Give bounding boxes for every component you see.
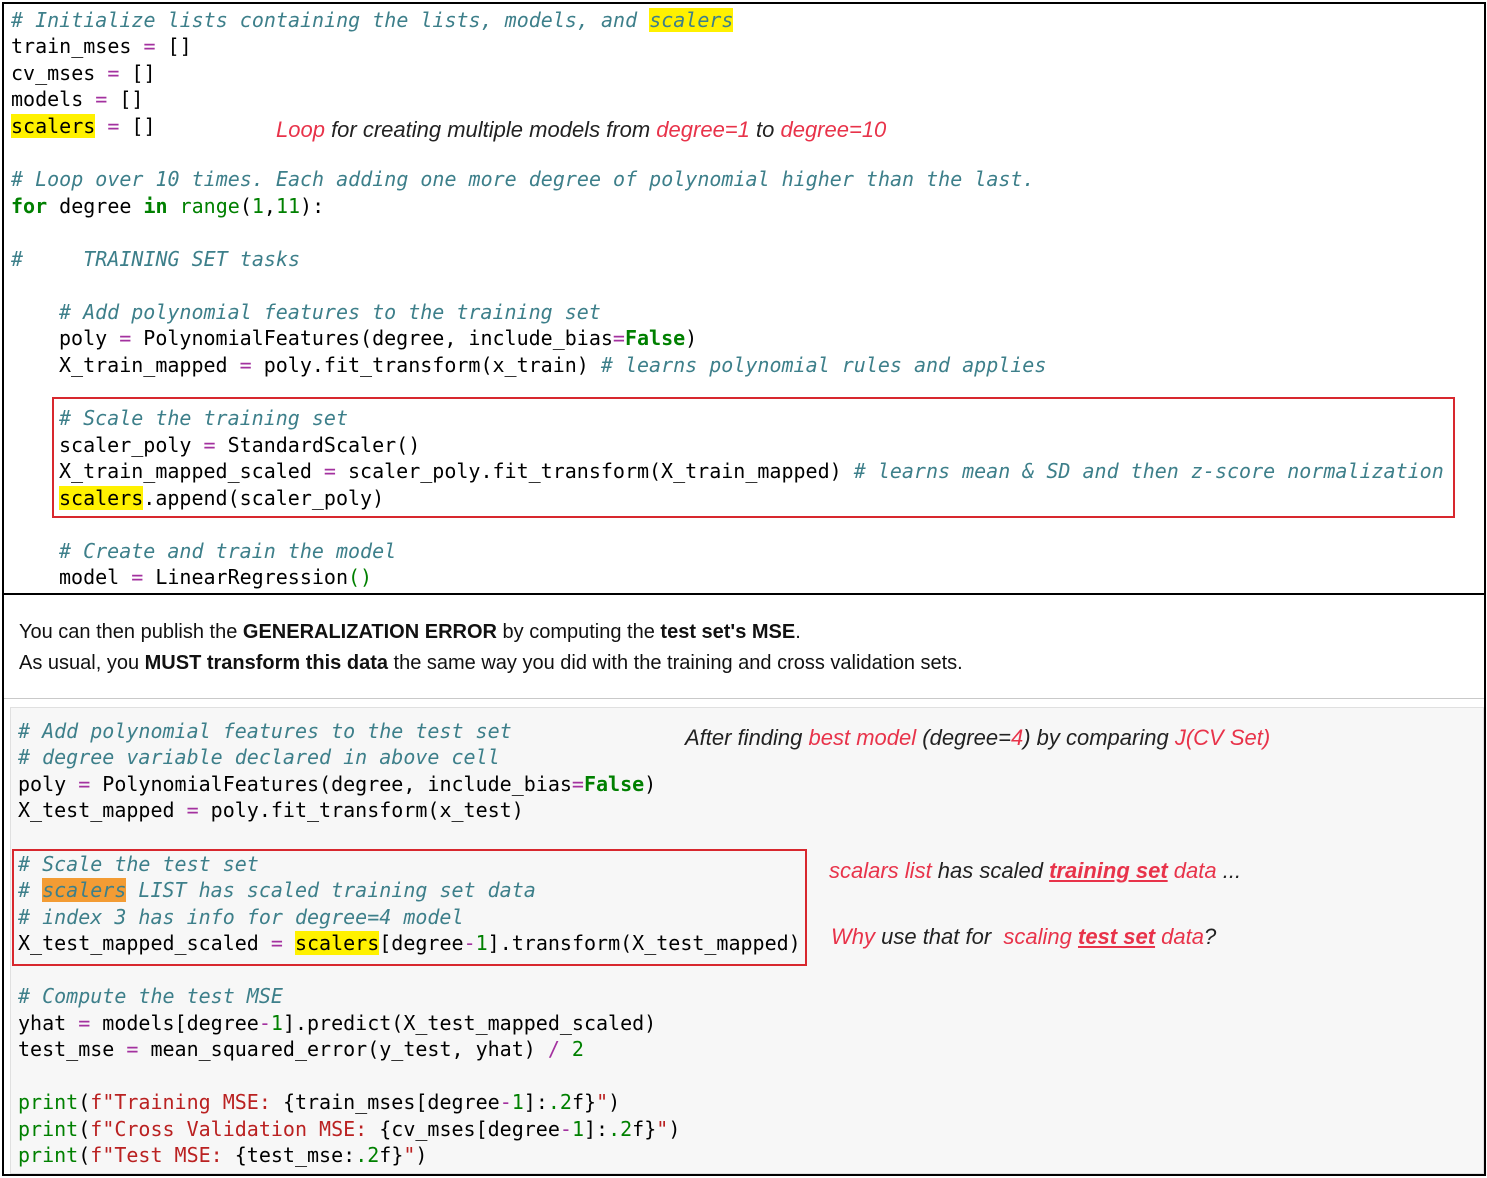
- code-line-scaler-poly: scaler_poly = StandardScaler(): [59, 433, 421, 457]
- code-line-scale-test-comment: # Scale the test set: [18, 852, 259, 876]
- scalers-highlight: scalers: [649, 8, 734, 32]
- code-line-add-poly-comment: # Add polynomial features to the trainin…: [59, 300, 601, 324]
- code-line-index-comment: # index 3 has info for degree=4 model: [18, 905, 464, 929]
- code-line-poly: poly = PolynomialFeatures(degree, includ…: [59, 326, 698, 350]
- annotation-scalars-list: scalars list has scaled training set dat…: [829, 858, 1242, 883]
- code-line-training-tasks: # TRAINING SET tasks: [11, 247, 300, 271]
- code-line-print-train: print(f"Training MSE: {train_mses[degree…: [18, 1090, 621, 1114]
- code-line-loop-comment: # Loop over 10 times. Each adding one mo…: [11, 167, 1035, 191]
- code-line-init-comment: # Initialize lists containing the lists,…: [11, 8, 734, 32]
- annotation-loop: Loop for creating multiple models from d…: [276, 117, 887, 142]
- cell-divider: [4, 698, 1484, 699]
- code-line-xtrain-mapped: X_train_mapped = poly.fit_transform(x_tr…: [59, 353, 1047, 377]
- annotation-why: Why use that for scaling test set data?: [831, 924, 1217, 949]
- code-line-xtest-mapped: X_test_mapped = poly.fit_transform(x_tes…: [18, 798, 524, 822]
- code-line-poly-test: poly = PolynomialFeatures(degree, includ…: [18, 772, 657, 796]
- code-line-models: models = []: [11, 87, 144, 111]
- code-line-xtest-scaled: X_test_mapped_scaled = scalers[degree-1]…: [18, 931, 801, 955]
- code-line-add-poly-test-comment: # Add polynomial features to the test se…: [18, 719, 512, 743]
- code-line-degree-var-comment: # degree variable declared in above cell: [18, 745, 500, 769]
- code-line-xtrain-scaled: X_train_mapped_scaled = scaler_poly.fit_…: [59, 459, 1444, 483]
- code-line-scale-train-comment: # Scale the training set: [59, 406, 348, 430]
- code-line-test-mse: test_mse = mean_squared_error(y_test, yh…: [18, 1037, 584, 1061]
- markdown-line-1: You can then publish the GENERALIZATION …: [19, 621, 801, 643]
- code-line-cv-mses: cv_mses = []: [11, 61, 156, 85]
- code-line-train-mses: train_mses = []: [11, 34, 192, 58]
- code-line-for: for degree in range(1,11):: [11, 194, 325, 218]
- scalers-highlight: scalers: [294, 931, 380, 955]
- code-line-scalers-list-comment: # scalers LIST has scaled training set d…: [18, 878, 536, 902]
- code-line-yhat: yhat = models[degree-1].predict(X_test_m…: [18, 1011, 657, 1035]
- code-line-print-test: print(f"Test MSE: {test_mse:.2f}"): [18, 1143, 428, 1167]
- code-line-compute-mse-comment: # Compute the test MSE: [18, 984, 283, 1008]
- code-line-append: scalers.append(scaler_poly): [59, 486, 385, 510]
- markdown-line-2: As usual, you MUST transform this data t…: [19, 652, 963, 674]
- scalers-highlight-orange: scalers: [42, 878, 127, 902]
- code-line-print-cv: print(f"Cross Validation MSE: {cv_mses[d…: [18, 1117, 681, 1141]
- code-line-model: model = LinearRegression(): [59, 565, 373, 589]
- code-line-create-model-comment: # Create and train the model: [59, 539, 397, 563]
- scalers-highlight: scalers: [59, 486, 144, 510]
- code-line-scalers: scalers = []: [11, 114, 156, 138]
- annotation-best-model: After finding best model (degree=4) by c…: [685, 725, 1271, 750]
- scalers-highlight: scalers: [11, 114, 96, 138]
